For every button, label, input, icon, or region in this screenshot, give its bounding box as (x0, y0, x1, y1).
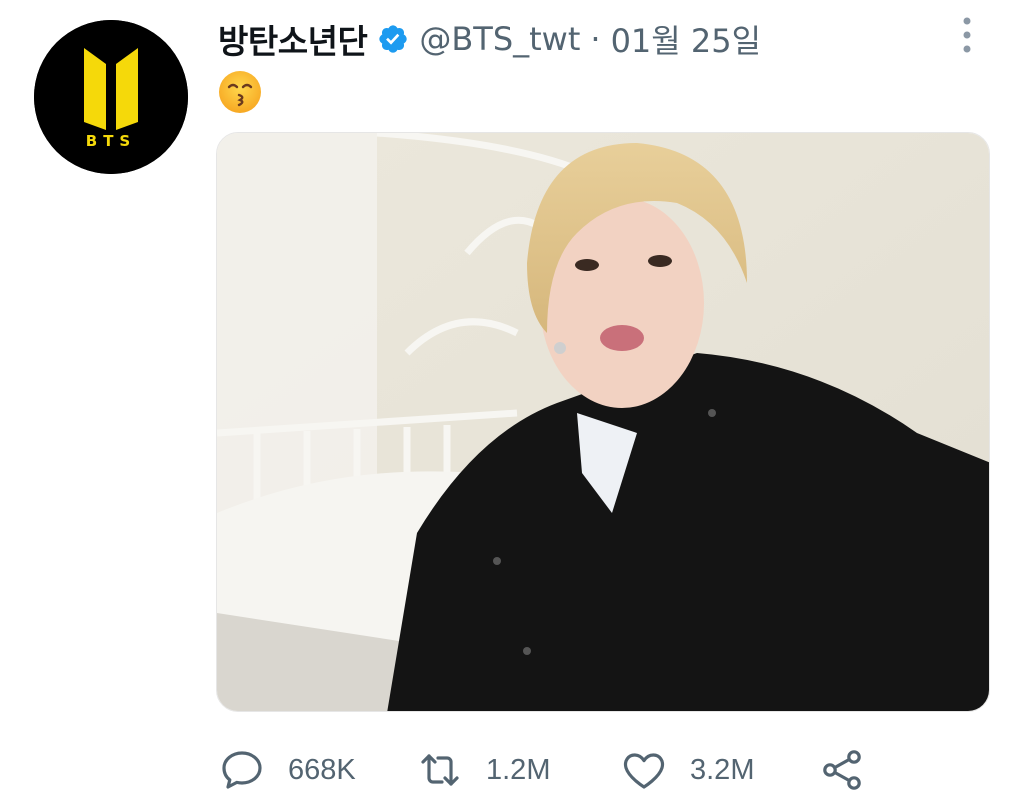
bts-logo-icon: BTS (34, 20, 188, 174)
tweet-header: 방탄소년단 @BTS_twt · 01월 25일 (218, 14, 761, 64)
tweet: BTS 방탄소년단 @BTS_twt · 01월 25일 668K 1.2M 3… (0, 0, 1024, 811)
retweet-button[interactable]: 1.2M (416, 744, 550, 796)
display-name[interactable]: 방탄소년단 (218, 15, 368, 63)
reply-count: 668K (288, 753, 356, 786)
photo-image (217, 133, 989, 711)
share-icon (818, 746, 866, 794)
like-count: 3.2M (690, 753, 755, 786)
reply-button[interactable]: 668K (218, 744, 356, 796)
avatar-logo-text: BTS (86, 132, 136, 150)
share-button[interactable] (818, 744, 866, 796)
more-vertical-icon[interactable] (956, 16, 978, 56)
heart-icon (620, 746, 668, 794)
verified-badge-icon (377, 23, 409, 55)
avatar[interactable]: BTS (34, 20, 188, 174)
retweet-count: 1.2M (486, 753, 551, 786)
reply-icon (218, 746, 266, 794)
tweet-photo[interactable] (216, 132, 990, 712)
separator: · (590, 20, 601, 58)
tweet-actions: 668K 1.2M 3.2M (218, 744, 978, 796)
kissing-face-icon (218, 70, 262, 114)
like-button[interactable]: 3.2M (620, 744, 754, 796)
retweet-icon (416, 746, 464, 794)
handle[interactable]: @BTS_twt (419, 20, 580, 58)
tweet-date[interactable]: 01월 25일 (611, 16, 762, 62)
